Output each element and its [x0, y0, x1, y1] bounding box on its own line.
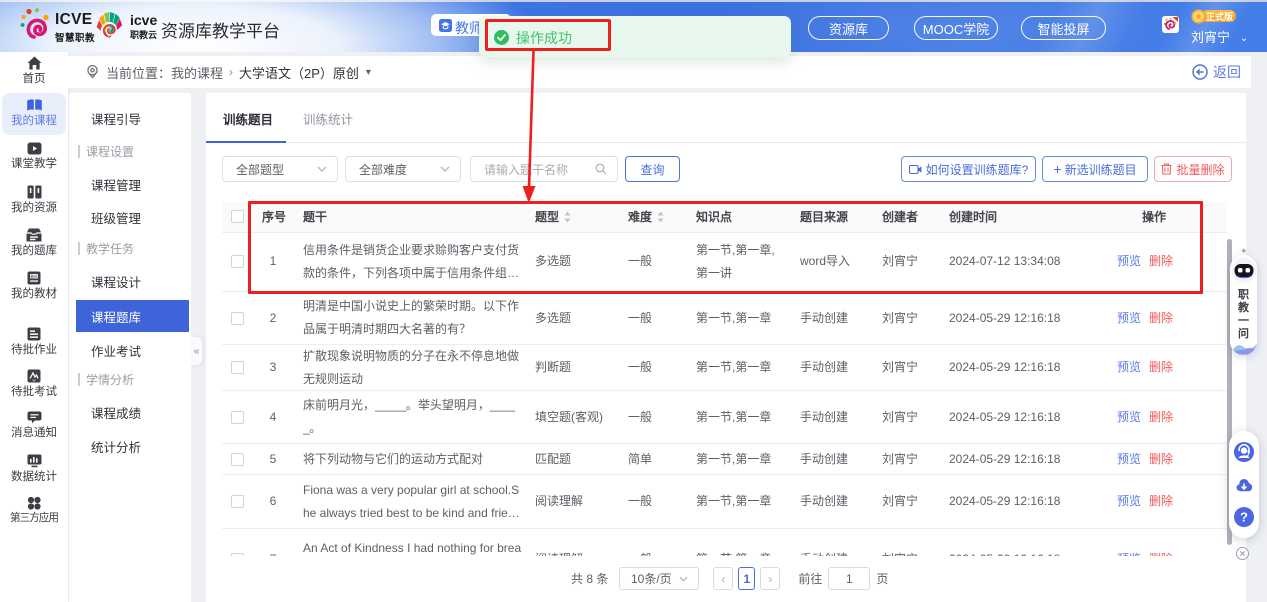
svg-text:教材: 教材: [30, 274, 38, 279]
svg-text:w: w: [33, 378, 36, 383]
svg-text:?: ?: [1240, 510, 1248, 525]
